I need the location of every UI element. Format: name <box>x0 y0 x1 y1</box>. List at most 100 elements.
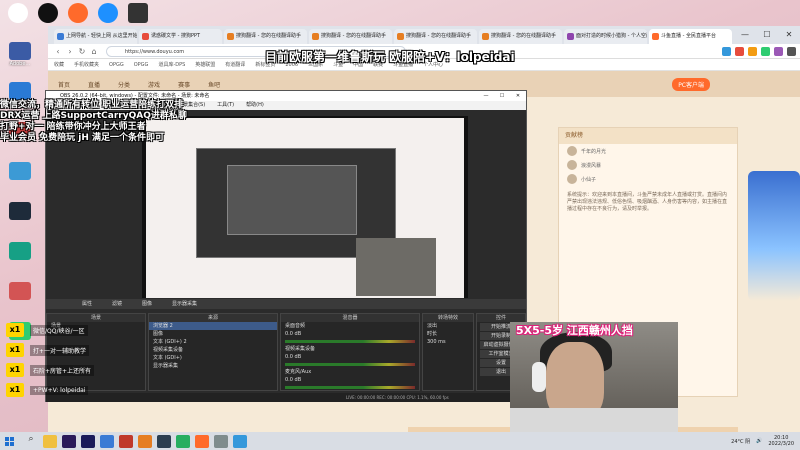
dock-row[interactable]: 视频采集设备 <box>281 345 419 353</box>
promo-text: 石阶+房管+上还所有 <box>30 364 95 376</box>
bookmark-item[interactable]: OPGG <box>109 62 124 68</box>
dock-row[interactable]: 淡出 <box>423 322 473 330</box>
douyu-nav-item[interactable]: 鱼吧 <box>208 80 220 89</box>
chat-app-icon[interactable] <box>98 3 118 23</box>
desktop-icon[interactable] <box>2 162 38 198</box>
desktop-app-icon <box>9 282 31 300</box>
promo-badge: x1 <box>6 323 24 337</box>
dock-row[interactable]: 0.0 dB <box>281 330 419 338</box>
app-2-icon[interactable] <box>119 434 133 448</box>
event-banner[interactable] <box>748 171 800 301</box>
desktop-icon[interactable] <box>2 202 38 238</box>
app-icon[interactable] <box>8 3 28 23</box>
back-icon[interactable]: ‹ <box>52 47 64 56</box>
close-icon[interactable]: ✕ <box>778 26 800 44</box>
volume-icon[interactable]: 🔊 <box>756 438 762 444</box>
media-app-icon[interactable] <box>128 3 148 23</box>
dock-row[interactable]: 0.0 dB <box>281 376 419 384</box>
bookmark-item[interactable]: 有道翻译 <box>225 61 245 68</box>
bookmark-item[interactable]: 收藏 <box>54 61 64 68</box>
promo-item: x1 打+一对一辅助教学 <box>6 340 126 360</box>
dock-row[interactable]: 显示器采集 <box>149 362 277 370</box>
desktop-icon[interactable] <box>2 282 38 318</box>
obs-minimize-icon[interactable]: — <box>478 91 494 101</box>
extension-icon[interactable] <box>774 46 783 56</box>
dock-row[interactable]: 时长 <box>423 330 473 338</box>
browser-tab[interactable]: 诱惑碳文学 - 搜狗PPT <box>139 29 222 44</box>
start-button[interactable] <box>0 432 18 450</box>
obs-app-icon[interactable] <box>38 3 58 23</box>
obs-toolbar-button[interactable]: 滤镜 <box>112 299 122 309</box>
promo-item: x1 石阶+房管+上还所有 <box>6 360 126 380</box>
bookmark-item[interactable]: 手机收藏夹 <box>74 61 99 68</box>
app-4-icon[interactable] <box>157 434 171 448</box>
firefox-icon[interactable] <box>68 3 88 23</box>
clock[interactable]: 20:10 2022/3/20 <box>768 435 794 447</box>
bookmark-item[interactable]: 道具库-DPS <box>158 61 185 68</box>
obs-menu-item[interactable]: 帮助(H) <box>246 101 264 110</box>
douyu-nav-item[interactable]: 首页 <box>58 80 70 89</box>
premiere-icon[interactable] <box>62 434 76 448</box>
extension-icon[interactable] <box>748 46 757 56</box>
douyu-nav-item[interactable]: 赛事 <box>178 80 190 89</box>
extension-icon[interactable] <box>722 46 731 56</box>
refresh-icon[interactable]: ↻ <box>76 47 88 56</box>
dock-row[interactable]: 文本 (GDI+) <box>149 354 277 362</box>
dock-title: 控件 <box>477 314 525 322</box>
browser-tab[interactable]: 搜狗翻译 - 您的在线翻译助手 <box>394 29 477 44</box>
fan-row[interactable]: 千年的月光 <box>559 144 737 158</box>
forward-icon[interactable]: › <box>64 47 76 56</box>
dock-row[interactable]: 视频采集设备 <box>149 346 277 354</box>
dock-row[interactable]: 文本 (GDI+) 2 <box>149 338 277 346</box>
home-icon[interactable]: ⌂ <box>88 47 100 56</box>
app-6-icon[interactable] <box>195 434 209 448</box>
menu-icon[interactable] <box>787 46 796 56</box>
fan-list: 千年的月光 浪漫风暴 小仙子 <box>559 144 737 186</box>
browser-tab[interactable]: 面对打造的时候小猎狗 - 个人空间 <box>564 29 647 44</box>
obs-close-icon[interactable]: ✕ <box>510 91 526 101</box>
dock-row[interactable]: 图像 <box>149 330 277 338</box>
dock-row[interactable]: 麦克风/Aux <box>281 368 419 376</box>
app-5-icon[interactable] <box>176 434 190 448</box>
after-effects-icon[interactable] <box>81 434 95 448</box>
avatar <box>567 174 577 184</box>
obs-toolbar-button[interactable]: 显示器采集 <box>172 299 197 309</box>
bookmark-item[interactable]: OPGG <box>134 62 149 68</box>
app-8-icon[interactable] <box>233 434 247 448</box>
douyu-nav-item[interactable]: 游戏 <box>148 80 160 89</box>
extension-icons <box>722 46 796 56</box>
obs-toolbar-button[interactable]: 图像 <box>142 299 152 309</box>
douyu-nav-item[interactable]: 分类 <box>118 80 130 89</box>
desktop-app-icon <box>9 162 31 180</box>
dock-row[interactable]: 浏览器 2 <box>149 322 277 330</box>
bookmark-item[interactable]: 英雄联盟 <box>195 61 215 68</box>
search-icon[interactable]: ⌕ <box>24 434 38 448</box>
file-explorer-icon[interactable] <box>43 434 57 448</box>
browser-tab[interactable]: 上网导航 - 轻快上网 从这里开始 <box>54 29 137 44</box>
dock-row[interactable]: 桌面音频 <box>281 322 419 330</box>
browser-tab[interactable]: 搜狗翻译 - 您的在线翻译助手 <box>224 29 307 44</box>
extension-icon[interactable] <box>735 46 744 56</box>
app-1-icon[interactable] <box>100 434 114 448</box>
dock-row[interactable]: 0.0 dB <box>281 353 419 361</box>
douyu-nav-item[interactable]: 直播 <box>88 80 100 89</box>
browser-tab[interactable]: 搜狗翻译 - 您的在线翻译助手 <box>479 29 562 44</box>
minimize-icon[interactable]: — <box>734 26 756 44</box>
weather-text[interactable]: 24°C 阴 <box>731 438 750 445</box>
browser-tab[interactable]: 斗鱼直播 - 全民直播平台 <box>649 29 732 44</box>
extension-icon[interactable] <box>761 46 770 56</box>
desktop-icon[interactable] <box>2 242 38 278</box>
desktop-icon[interactable]: Adobe… <box>2 42 38 78</box>
obs-toolbar-button[interactable]: 属性 <box>82 299 92 309</box>
desktop-app-icon <box>9 202 31 220</box>
browser-tab[interactable]: 搜狗翻译 - 您的在线翻译助手 <box>309 29 392 44</box>
headphones <box>532 362 546 392</box>
fan-row[interactable]: 小仙子 <box>559 172 737 186</box>
app-7-icon[interactable] <box>214 434 228 448</box>
pc-client-button[interactable]: PC客户端 <box>672 77 710 91</box>
fan-row[interactable]: 浪漫风暴 <box>559 158 737 172</box>
app-3-icon[interactable] <box>138 434 152 448</box>
obs-maximize-icon[interactable]: ☐ <box>494 91 510 101</box>
dock-row[interactable]: 300 ms <box>423 338 473 346</box>
maximize-icon[interactable]: ☐ <box>756 26 778 44</box>
